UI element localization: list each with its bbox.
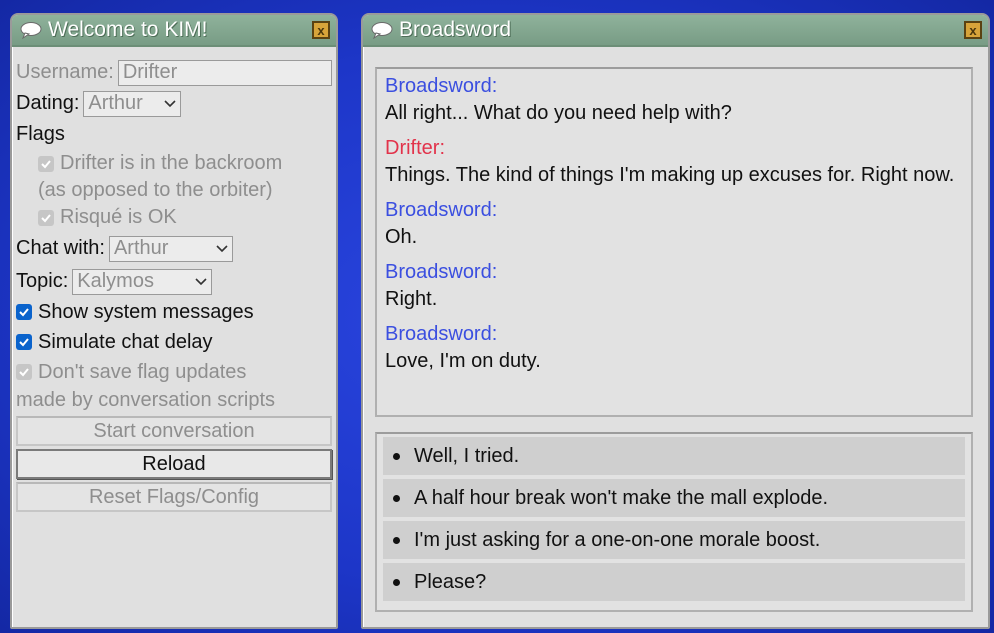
chat-with-label: Chat with: <box>16 237 105 259</box>
chevron-down-icon <box>195 277 207 285</box>
check-icon <box>41 159 51 168</box>
choice-option[interactable]: A half hour break won't make the mall ex… <box>383 479 965 517</box>
chat-titlebar[interactable]: Broadsword x <box>363 15 988 47</box>
dating-label: Dating: <box>16 92 80 114</box>
close-icon[interactable]: x <box>964 21 982 39</box>
check-icon <box>19 308 29 317</box>
topic-label: Topic: <box>16 270 69 292</box>
choice-option[interactable]: Well, I tried. <box>383 437 965 475</box>
chevron-down-icon <box>164 99 176 107</box>
show-system-label: Show system messages <box>38 300 254 323</box>
choice-option[interactable]: Please? <box>383 563 965 601</box>
chat-message: Broadsword: All right... What do you nee… <box>385 73 963 127</box>
kim-titlebar[interactable]: Welcome to KIM! x <box>12 15 336 47</box>
dont-save-checkbox[interactable] <box>16 364 32 380</box>
username-field[interactable]: Drifter <box>117 59 332 86</box>
message-speaker: Broadsword: <box>385 261 498 283</box>
flags-heading: Flags <box>16 123 65 145</box>
simulate-delay-label: Simulate chat delay <box>38 330 213 353</box>
message-text: Things. The kind of things I'm making up… <box>385 164 955 186</box>
check-icon <box>41 213 51 222</box>
dont-save-label-cont: made by conversation scripts <box>16 388 276 411</box>
chat-message: Broadsword: Love, I'm on duty. <box>385 321 963 375</box>
message-text: Right. <box>385 288 438 310</box>
dont-save-label: Don't save flag updates <box>38 360 247 383</box>
reload-button[interactable]: Reload <box>16 449 332 479</box>
simulate-delay-checkbox[interactable] <box>16 334 32 350</box>
check-icon <box>19 368 29 377</box>
bullet-icon <box>393 578 400 586</box>
message-text: Love, I'm on duty. <box>385 350 541 372</box>
kim-window: Welcome to KIM! x Username: Drifter Dati… <box>10 13 338 629</box>
backroom-checkbox[interactable] <box>38 155 54 172</box>
show-system-checkbox[interactable] <box>16 304 32 320</box>
reset-flags-button[interactable]: Reset Flags/Config <box>16 482 332 512</box>
topic-value: Kalymos <box>77 270 154 292</box>
backroom-label-cont: (as opposed to the orbiter) <box>38 179 273 201</box>
chat-message: Broadsword: Right. <box>385 259 963 313</box>
check-icon <box>19 338 29 347</box>
choice-text: A half hour break won't make the mall ex… <box>414 486 829 509</box>
message-speaker: Drifter: <box>385 137 445 159</box>
message-speaker: Broadsword: <box>385 199 498 221</box>
topic-select[interactable]: Kalymos <box>72 268 213 295</box>
chat-message: Drifter: Things. The kind of things I'm … <box>385 135 963 189</box>
backroom-label: Drifter is in the backroom <box>60 152 283 174</box>
choice-text: Well, I tried. <box>414 444 520 467</box>
risque-checkbox[interactable] <box>38 209 54 226</box>
bullet-icon <box>393 494 400 502</box>
start-conversation-button[interactable]: Start conversation <box>16 416 332 446</box>
chat-log[interactable]: Broadsword: All right... What do you nee… <box>375 67 973 417</box>
speech-bubble-icon <box>371 22 393 39</box>
dating-value: Arthur <box>88 92 143 114</box>
message-speaker: Broadsword: <box>385 75 498 97</box>
chat-message: Broadsword: Oh. <box>385 197 963 251</box>
bullet-icon <box>393 452 400 460</box>
kim-title: Welcome to KIM! <box>48 18 208 41</box>
message-speaker: Broadsword: <box>385 323 498 345</box>
choice-list: Well, I tried. A half hour break won't m… <box>375 432 973 612</box>
message-text: All right... What do you need help with? <box>385 102 732 124</box>
username-label: Username: <box>16 61 114 83</box>
chevron-down-icon <box>216 244 228 252</box>
speech-bubble-icon <box>20 22 42 39</box>
bullet-icon <box>393 536 400 544</box>
close-icon[interactable]: x <box>312 21 330 39</box>
message-text: Oh. <box>385 226 418 248</box>
choice-option[interactable]: I'm just asking for a one-on-one morale … <box>383 521 965 559</box>
chat-with-value: Arthur <box>113 237 169 259</box>
choice-text: I'm just asking for a one-on-one morale … <box>414 528 821 551</box>
dating-select[interactable]: Arthur <box>83 90 182 117</box>
chat-title: Broadsword <box>399 18 512 41</box>
chat-with-select[interactable]: Arthur <box>108 235 233 262</box>
risque-label: Risqué is OK <box>60 206 177 228</box>
choice-text: Please? <box>414 570 487 593</box>
chat-window: Broadsword x Broadsword: All right... Wh… <box>361 13 990 629</box>
